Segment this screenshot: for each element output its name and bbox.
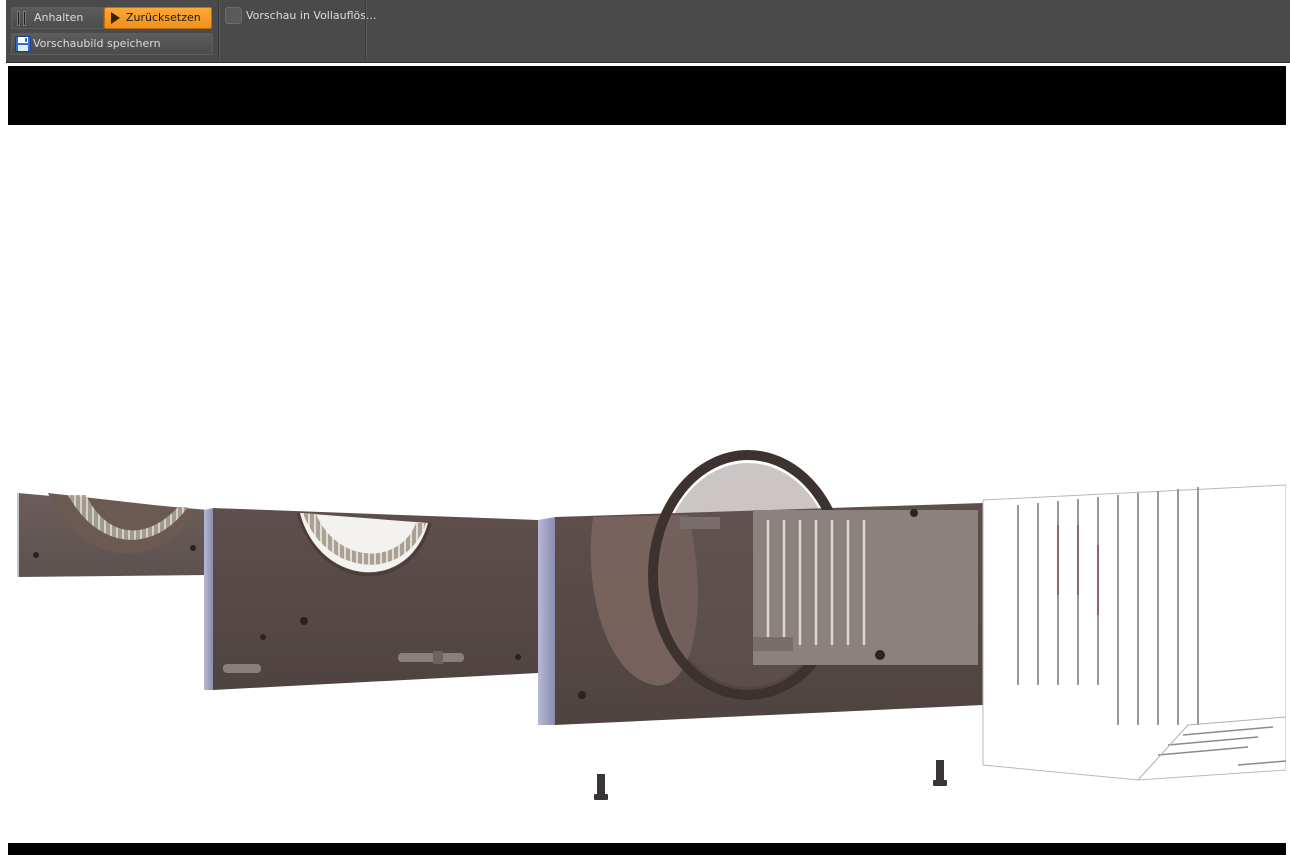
preview-window: Anhalten Zurücksetzen Vorschaubild speic…: [0, 0, 1290, 855]
exploded-assembly-render: [17, 450, 1286, 800]
underlying-window-edge: [0, 0, 8, 855]
save-preview-label: Vorschaubild speichern: [33, 37, 161, 50]
play-icon: [111, 12, 120, 24]
reset-label: Zurücksetzen: [126, 11, 201, 24]
reset-button[interactable]: Zurücksetzen: [104, 7, 212, 29]
render-preview-image: [8, 125, 1286, 843]
floppy-disk-icon: [15, 36, 31, 52]
save-preview-button[interactable]: Vorschaubild speichern: [11, 33, 213, 55]
fullres-label[interactable]: Vorschau in Vollauflös...: [246, 9, 377, 22]
toolbar-separator: [365, 2, 366, 60]
fullres-group: Vorschau in Vollauflös...: [220, 2, 377, 60]
pause-button[interactable]: Anhalten: [11, 7, 104, 29]
preview-toolbar: Anhalten Zurücksetzen Vorschaubild speic…: [6, 0, 1290, 63]
playback-group: Anhalten Zurücksetzen Vorschaubild speic…: [6, 2, 218, 60]
fullres-checkbox[interactable]: [225, 7, 242, 24]
render-viewport[interactable]: [8, 66, 1286, 855]
pause-label: Anhalten: [34, 11, 84, 24]
pause-icon: [17, 11, 29, 26]
toolbar-separator: [218, 2, 219, 60]
